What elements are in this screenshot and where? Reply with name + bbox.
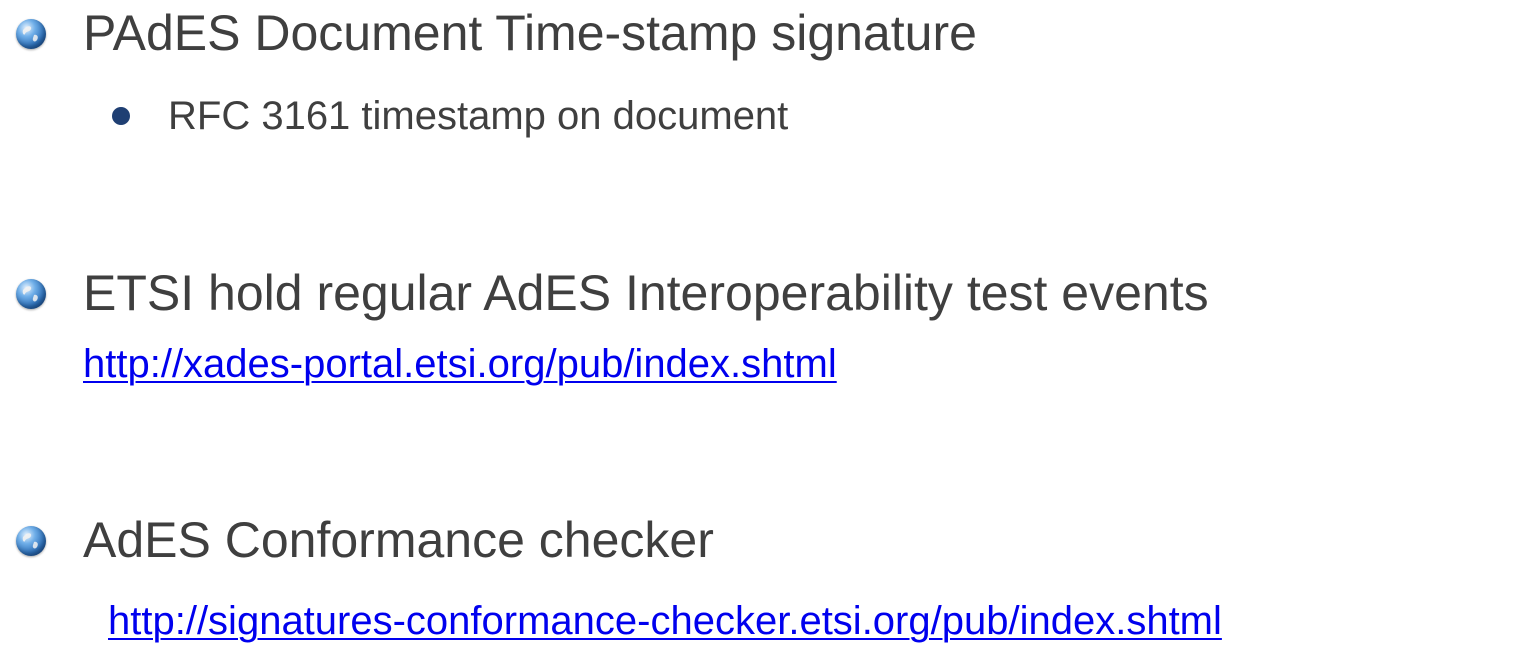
globe-icon [16, 19, 46, 49]
conformance-checker-link[interactable]: http://signatures-conformance-checker.et… [108, 601, 1222, 641]
globe-icon [16, 279, 46, 309]
dot-icon [112, 107, 130, 125]
bullet-heading-etsi-interop: ETSI hold regular AdES Interoperability … [83, 265, 1209, 321]
globe-icon [16, 526, 46, 556]
bullet-heading-pades: PAdES Document Time-stamp signature [83, 5, 977, 61]
xades-portal-link[interactable]: http://xades-portal.etsi.org/pub/index.s… [83, 344, 837, 384]
bullet-heading-conformance-checker: AdES Conformance checker [83, 512, 714, 568]
sub-item-rfc3161: RFC 3161 timestamp on document [168, 94, 789, 138]
slide: PAdES Document Time-stamp signature RFC … [0, 0, 1513, 648]
